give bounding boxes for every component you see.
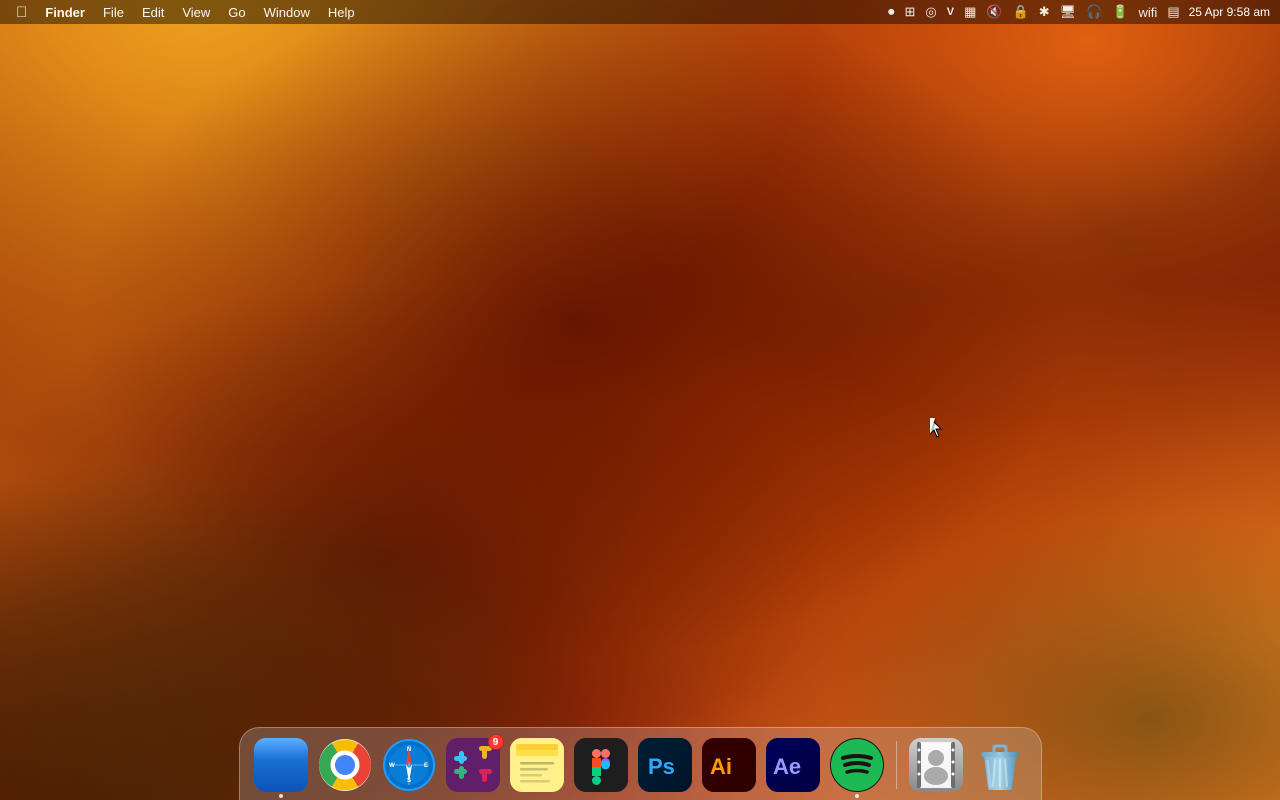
view-menu[interactable]: View [174,3,218,22]
dock-app-spotify[interactable] [828,736,886,794]
menubar-left:  Finder File Edit View Go Window Help [8,3,885,22]
menubar-right: ⏺ ⊞ ◎ V ▦ 🔇 🔒 ✱ 🖥 🎧 🔋 wifi ▤ 25 Apr 9:58… [885,4,1272,20]
desktop [0,0,1280,800]
svg-text:N: N [406,747,410,753]
svg-text:W: W [389,763,395,769]
menubar:  Finder File Edit View Go Window Help ⏺… [0,0,1280,24]
taobao-icon[interactable]: ◎ [922,4,939,20]
svg-text:E: E [423,763,427,769]
file-menu[interactable]: File [95,3,132,22]
apple-menu[interactable]:  [8,4,35,21]
window-menu[interactable]: Window [256,3,318,22]
edit-menu[interactable]: Edit [134,3,172,22]
bluetooth-icon[interactable]: ✱ [1036,4,1053,20]
dock-app-aftereffects[interactable]: Ae [764,736,822,794]
record-icon[interactable]: ⏺ [885,4,898,20]
dock-app-trash[interactable] [971,736,1029,794]
lock-icon[interactable]: 🔒 [1010,4,1032,20]
cursor [930,418,942,436]
dock-app-iphone-mirror[interactable] [907,736,965,794]
finder-dot [279,794,283,798]
dock-container: N S W E [0,727,1280,800]
dock-app-figma[interactable] [572,736,630,794]
wallpaper [0,0,1280,800]
grid-icon[interactable]: ⊞ [901,4,918,20]
vpn-icon[interactable]: V [944,6,957,18]
svg-text:Ai: Ai [710,754,732,779]
mute-icon[interactable]: 🔇 [983,4,1005,20]
layout-icon[interactable]: ▦ [961,4,979,20]
slack-badge: 9 [488,734,504,750]
monitor-icon[interactable]: 🖥 [1057,4,1080,20]
wifi-icon[interactable]: wifi [1136,5,1161,20]
svg-text:Ae: Ae [773,754,801,779]
dock-app-photoshop[interactable]: Ps [636,736,694,794]
dock-app-safari[interactable]: N S W E [380,736,438,794]
svg-text:S: S [406,778,410,784]
headphones-icon[interactable]: 🎧 [1083,4,1105,20]
dock-app-slack[interactable]: 9 [444,736,502,794]
spotify-dot [855,794,859,798]
dock: N S W E [239,727,1042,800]
dock-app-chrome[interactable] [316,736,374,794]
svg-text:Ps: Ps [648,754,675,779]
dock-app-illustrator[interactable]: Ai [700,736,758,794]
battery-icon[interactable]: 🔋 [1109,4,1131,20]
active-app-name[interactable]: Finder [37,3,93,22]
datetime-display[interactable]: 25 Apr 9:58 am [1187,5,1272,19]
dock-divider [896,741,897,789]
menuextras-icon[interactable]: ▤ [1164,4,1182,20]
dock-app-notes[interactable] [508,736,566,794]
help-menu[interactable]: Help [320,3,363,22]
dock-app-finder[interactable] [252,736,310,794]
go-menu[interactable]: Go [220,3,253,22]
